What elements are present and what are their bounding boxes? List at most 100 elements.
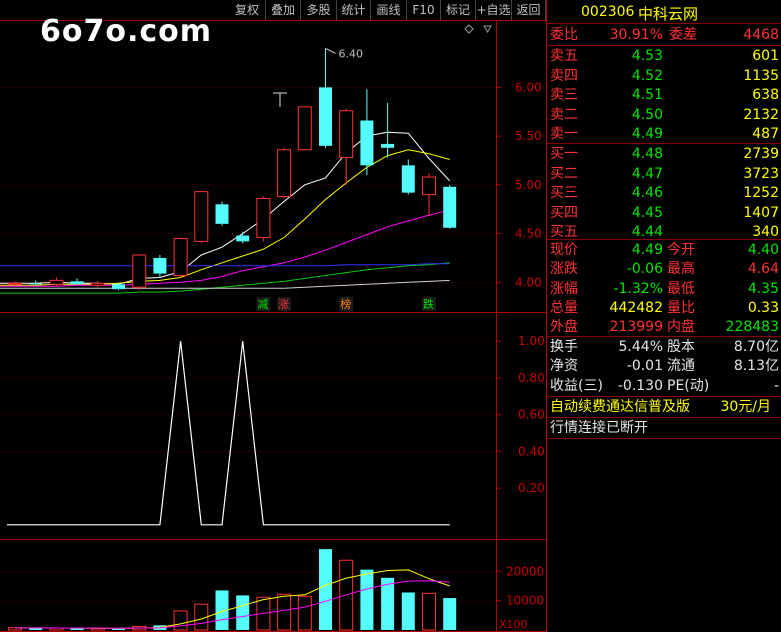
high-price-label: 6.40	[339, 47, 364, 60]
bid-row: 买三 4.46 1252	[548, 184, 781, 203]
quote-label: 最高	[667, 261, 695, 278]
signal-marker: 涨	[278, 298, 289, 311]
ask-label: 卖一	[550, 126, 578, 142]
promo-status-separator	[547, 417, 781, 418]
volume-bar	[70, 628, 84, 630]
ask-label: 卖二	[550, 106, 578, 123]
finance-label: 股本	[667, 339, 695, 355]
quote-label: 涨幅	[550, 280, 578, 297]
bid-volume: 1407	[743, 204, 779, 221]
volume-bar	[29, 628, 43, 630]
candle-body	[29, 283, 43, 285]
quote-row: 外盘 213999 内盘 228483	[548, 318, 781, 337]
watermark: 6o7o.com	[40, 14, 213, 49]
toolbar-button-3[interactable]: 统计	[337, 0, 371, 20]
candle-body	[381, 143, 395, 148]
candle-body	[401, 165, 415, 193]
candle-body	[194, 191, 209, 242]
indicator-line	[7, 341, 450, 526]
toolbar-button-4[interactable]: 画线	[371, 0, 407, 20]
quote-value: 228483	[725, 319, 779, 336]
bid-row: 买二 4.47 3723	[548, 165, 781, 184]
bid-row: 买一 4.48 2739	[548, 145, 781, 164]
bid-price: 4.47	[631, 165, 663, 182]
toolbar-button-6[interactable]: 标记	[441, 0, 476, 20]
promo-link[interactable]: 自动续费通达信普及版 30元/月	[548, 398, 781, 417]
price-tick-label: 4.50	[515, 227, 542, 241]
quote-value: -0.06	[626, 261, 663, 278]
finance-label: 换手	[550, 339, 578, 355]
bid-label: 买二	[550, 165, 578, 182]
toolbar-button-1[interactable]: 叠加	[266, 0, 301, 20]
quote-value: 0.33	[747, 299, 779, 316]
price-tick-label: 5.50	[515, 129, 542, 143]
ask-label: 卖五	[550, 48, 578, 64]
volume-bar	[360, 569, 374, 630]
bid-label: 买一	[550, 146, 578, 162]
cursor-mark-icon	[273, 92, 287, 107]
order-ratio-row: 委比 30.91% 委差 4468	[548, 26, 781, 45]
candle-body	[422, 176, 436, 196]
ask-row: 卖三 4.51 638	[548, 86, 781, 105]
quote-label: 今开	[667, 242, 695, 258]
ask-volume: 601	[752, 48, 779, 64]
finance-label: 收益(三)	[550, 377, 603, 394]
bid-quote-separator	[547, 239, 781, 240]
toolbar-button-2[interactable]: 多股	[301, 0, 337, 20]
quote-label: 涨跌	[550, 261, 578, 278]
ask-row: 卖一 4.49 487	[548, 125, 781, 144]
indicator-tick-label: 0.20	[518, 481, 545, 495]
volume-bar	[277, 593, 292, 631]
quote-label: 现价	[550, 242, 578, 258]
stock-code: 002306	[581, 4, 635, 20]
ask-price: 4.52	[631, 67, 663, 84]
volume-bar	[236, 595, 250, 630]
quote-finance-separator	[547, 336, 781, 337]
signal-marker: 跌	[423, 297, 434, 311]
candle-body	[339, 110, 354, 159]
connection-status: 行情连接已断开	[548, 419, 781, 438]
volume-bar	[297, 595, 312, 631]
candle-body	[319, 87, 332, 146]
bid-row: 买四 4.45 1407	[548, 204, 781, 223]
toolbar-button-8[interactable]: 返回	[512, 0, 546, 20]
ma-line-ma60	[0, 263, 450, 267]
indicator-tick-label: 1.00	[518, 334, 545, 348]
quote-value: 4.35	[747, 280, 779, 297]
volume-tick-label: 10000	[506, 594, 544, 608]
ask-bid-separator	[547, 143, 781, 144]
price-tick-label: 4.00	[515, 275, 542, 289]
toolbar-button-5[interactable]: F10	[407, 0, 441, 20]
candle-body	[360, 120, 374, 166]
volume-bar	[173, 610, 188, 631]
signal-marker: 榜	[340, 297, 351, 311]
finance-row: 收益(三) -0.130 PE(动) -	[548, 377, 781, 396]
toolbar-button-7[interactable]: +自选	[476, 0, 512, 20]
status-text: 行情连接已断开	[550, 420, 648, 436]
candle-body	[236, 235, 250, 242]
ask-row: 卖五 4.53 601	[548, 47, 781, 66]
toolbar-button-0[interactable]: 复权	[229, 0, 266, 20]
finance-value: -0.01	[626, 358, 663, 375]
volume-tick-label: 20000	[506, 564, 544, 578]
volume-bar	[319, 549, 332, 630]
bid-volume: 2739	[743, 146, 779, 162]
quote-label: 总量	[550, 299, 578, 316]
candle-body	[132, 254, 147, 288]
bid-price: 4.48	[631, 146, 663, 162]
finance-value: -	[773, 377, 779, 394]
header-separator	[547, 23, 781, 24]
status-bottom-separator	[547, 438, 781, 439]
volume-bar	[443, 598, 457, 630]
quote-row: 现价 4.49 今开 4.40	[548, 241, 781, 260]
triangle-icon	[483, 25, 492, 33]
bid-price: 4.45	[631, 204, 663, 221]
volume-bar	[112, 628, 125, 630]
price-tick-label: 5.00	[515, 178, 542, 192]
bid-label: 买三	[550, 185, 578, 201]
candle-body	[277, 149, 292, 198]
quote-label: 外盘	[550, 319, 578, 336]
candle-body	[153, 257, 167, 274]
quote-value: 4.64	[747, 261, 779, 278]
indicator-tick-label: 0.40	[518, 444, 545, 458]
